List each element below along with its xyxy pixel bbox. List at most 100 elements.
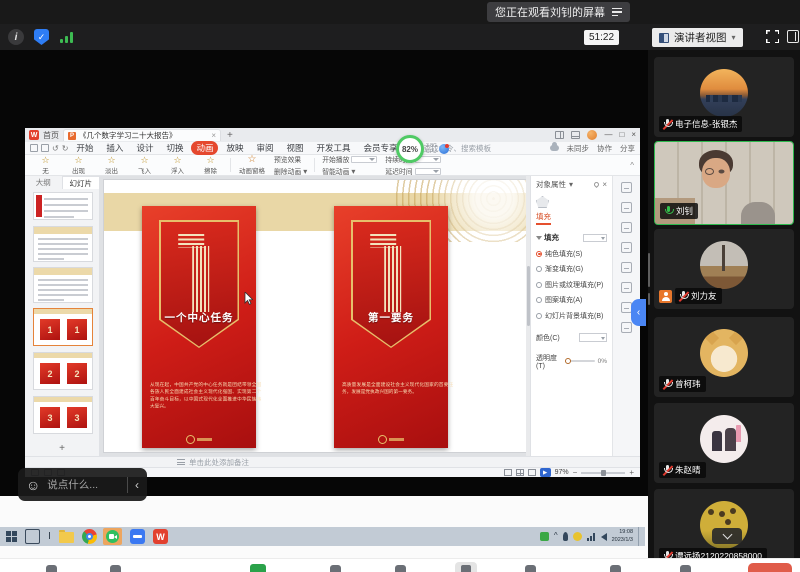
performance-float-ball[interactable]: 82% 3.8G CPU	[396, 134, 466, 164]
notes-bar[interactable]: 单击此处添加备注	[25, 456, 640, 467]
mic-tray-icon[interactable]	[563, 532, 568, 541]
mic-control-partial[interactable]	[46, 565, 57, 572]
zoom-out-button[interactable]: −	[573, 469, 578, 477]
delay-input[interactable]	[415, 168, 441, 175]
volume-tray-icon[interactable]	[601, 533, 607, 541]
undo-icon[interactable]: ↺	[52, 144, 59, 153]
preview-effect-button[interactable]: 预览效果	[274, 154, 307, 164]
chat-quick-bar[interactable]: ☺ 说点什么... ‹	[18, 468, 147, 501]
participant-tile[interactable]: 朱赵晴	[654, 403, 794, 483]
end-meeting-button-partial[interactable]	[748, 563, 792, 572]
anim-preset-floatin[interactable]: ☆ 浮入	[161, 156, 194, 174]
slide-thumbnail[interactable]	[33, 226, 93, 262]
chevron-down-icon[interactable]: ▾	[569, 180, 573, 189]
chat-button-partial[interactable]	[455, 562, 477, 572]
pin-icon[interactable]	[593, 181, 600, 188]
side-tool-icon[interactable]	[621, 282, 632, 293]
participant-tile[interactable]: 曾柯玮	[654, 317, 794, 397]
fill-option-picture[interactable]: 图片或纹理填充(P)	[536, 280, 607, 290]
animation-pane-button[interactable]: ☆ 动画窗格	[234, 156, 270, 174]
security-shield-icon[interactable]: ✓	[34, 29, 49, 45]
tab-home[interactable]: 开始	[71, 141, 98, 155]
apps-button-partial[interactable]	[610, 565, 621, 572]
anim-preset-none[interactable]: ☆ 无	[29, 156, 62, 174]
side-tool-icon[interactable]	[621, 242, 632, 253]
fill-option-gradient[interactable]: 渐变填充(G)	[536, 264, 607, 274]
slide-poster-left[interactable]: 一个中心任务 从现在起，中国共产党的中心任务就是团结带领全国各族人民全面建成社会…	[142, 206, 256, 448]
anim-preset-flyin[interactable]: ☆ 飞入	[128, 156, 161, 174]
tab-slideshow[interactable]: 放映	[221, 141, 248, 155]
close-panel-icon[interactable]: ×	[602, 180, 607, 189]
antivirus-tray-icon[interactable]	[540, 532, 549, 541]
members-button-partial[interactable]	[395, 565, 406, 572]
minimize-button[interactable]: —	[604, 131, 612, 139]
share-screen-button-partial[interactable]	[250, 564, 266, 572]
close-button[interactable]: ×	[631, 131, 636, 139]
fill-option-pattern[interactable]: 图案填充(A)	[536, 295, 607, 305]
sidebar-scrollbar[interactable]	[648, 293, 650, 305]
chrome-icon[interactable]	[82, 529, 97, 544]
anim-preset-wipe[interactable]: ☆ 擦除	[194, 156, 227, 174]
ime-tray-icon[interactable]	[573, 532, 582, 541]
split-view-icon[interactable]	[555, 131, 564, 139]
new-tab-button[interactable]: +	[227, 130, 233, 141]
wps-home-tab[interactable]: 首页	[43, 130, 59, 141]
slides-tab[interactable]: 幻灯片	[62, 176, 101, 189]
cursor-pin-icon[interactable]: I	[48, 529, 51, 544]
participant-tile[interactable]: 刘力友	[654, 229, 794, 309]
wps-account-avatar[interactable]	[587, 130, 597, 140]
side-tool-icon[interactable]	[621, 222, 632, 233]
tab-transition[interactable]: 切换	[161, 141, 188, 155]
workspace-icon[interactable]	[571, 131, 580, 139]
cooperate-button[interactable]: 协作	[597, 143, 612, 154]
play-slideshow-button[interactable]: ▶	[540, 468, 551, 477]
side-tool-icon[interactable]	[621, 202, 632, 213]
section-collapse-icon[interactable]	[536, 236, 542, 240]
maximize-button[interactable]: □	[619, 131, 624, 139]
slide-thumbnail-current[interactable]: 1 1	[33, 308, 93, 346]
task-view-icon[interactable]	[25, 529, 40, 544]
invite-button-partial[interactable]	[330, 565, 341, 572]
wps-logo-icon[interactable]: W	[29, 130, 39, 140]
fill-preset-dropdown[interactable]	[583, 234, 607, 242]
participant-tile[interactable]: 电子信息-张银杰	[654, 57, 794, 137]
panel-collapse-handle[interactable]: ‹	[631, 299, 646, 326]
start-play-input[interactable]	[351, 156, 377, 163]
zoom-slider[interactable]	[581, 472, 625, 474]
fill-option-solid[interactable]: 纯色填充(S)	[536, 249, 607, 259]
redo-icon[interactable]: ↻	[62, 144, 69, 153]
side-tool-icon[interactable]	[621, 322, 632, 333]
slide-thumbnail[interactable]: 2 2	[33, 352, 93, 390]
close-tab-icon[interactable]: ×	[211, 131, 216, 140]
participant-tile[interactable]: 谭远扬2120220858000	[654, 489, 794, 558]
fill-tab[interactable]: 填充	[536, 211, 551, 225]
alpha-slider[interactable]	[565, 360, 595, 362]
slide-thumbnail[interactable]	[33, 192, 93, 220]
slide-thumbnail[interactable]	[33, 267, 93, 303]
slide-thumbnail[interactable]: 3 3	[33, 396, 93, 434]
view-mode-button[interactable]: 演讲者视图 ▾	[652, 28, 743, 47]
sidebar-scrollbar[interactable]	[648, 253, 650, 287]
tab-animation[interactable]: 动画	[191, 141, 218, 155]
settings-button-partial[interactable]	[680, 565, 691, 572]
record-button-partial[interactable]	[525, 565, 536, 572]
collapse-ribbon-icon[interactable]: ^	[630, 161, 636, 170]
start-button[interactable]	[6, 531, 17, 542]
scroll-participants-down-button[interactable]	[712, 528, 742, 544]
show-desktop-button[interactable]	[638, 527, 641, 546]
delete-animation-button[interactable]: 删除动画▾	[274, 166, 307, 176]
camera-control-partial[interactable]	[110, 565, 121, 572]
speedup-ball-icon[interactable]	[439, 144, 449, 154]
slide-poster-right[interactable]: 第一要务 高质量发展是全面建设社会主义现代化国家的首要任务，发展是党执政兴国的第…	[334, 206, 448, 448]
fill-option-background[interactable]: 幻灯片背景填充(B)	[536, 311, 607, 321]
docs-app-icon[interactable]	[130, 529, 145, 544]
chat-input[interactable]: 说点什么...	[47, 477, 120, 492]
tab-view[interactable]: 视图	[282, 141, 309, 155]
emoji-icon[interactable]: ☺	[26, 478, 40, 492]
tray-expand-icon[interactable]: ^	[554, 532, 558, 541]
add-slide-button[interactable]: +	[25, 443, 99, 454]
menu-icon[interactable]	[30, 144, 38, 152]
outline-tab[interactable]: 大纲	[25, 176, 62, 189]
document-tab[interactable]: P 《几个数字学习二十大报告》 ×	[63, 129, 221, 141]
sidebar-toggle-button[interactable]	[787, 30, 799, 43]
